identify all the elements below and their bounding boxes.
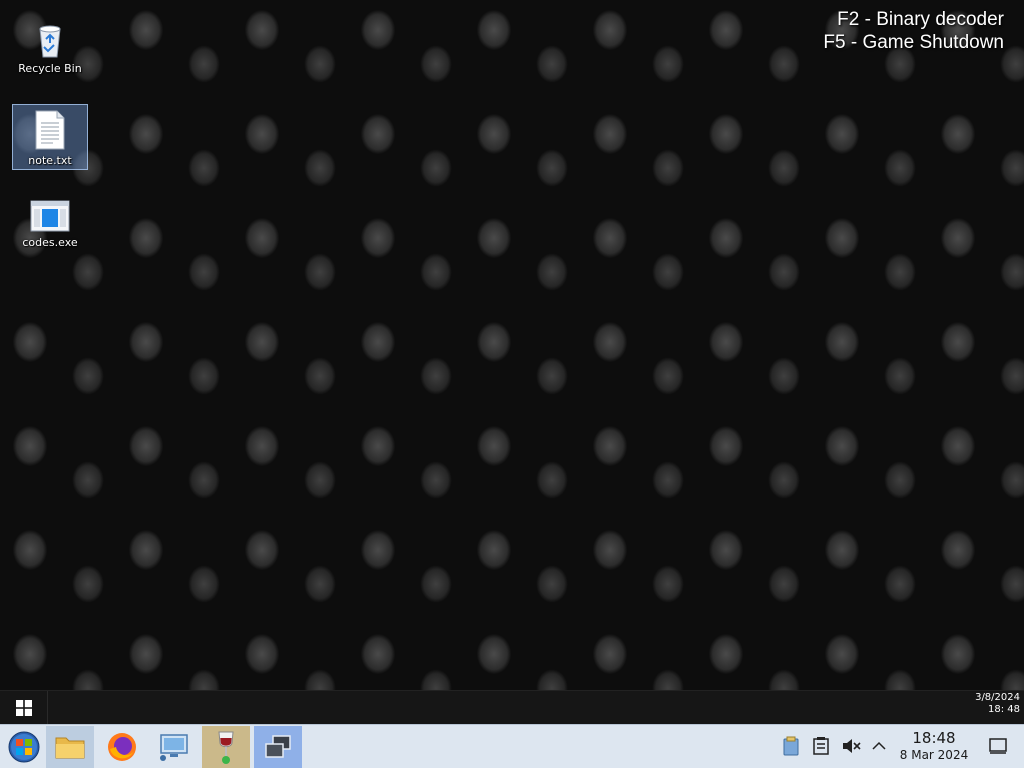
folder-icon (55, 737, 85, 759)
chevron-up-icon (872, 741, 886, 750)
desktop-icon-label: codes.exe (22, 236, 78, 249)
notification-icon (989, 738, 1007, 754)
virtual-machine-icon (265, 735, 291, 758)
speaker-muted-icon (843, 739, 861, 753)
desktop-icon-codes-exe[interactable]: codes.exe (12, 194, 88, 260)
clipboard-icon (783, 736, 799, 756)
inner-time: 18: 48 (988, 704, 1020, 715)
host-date: 8 Mar 2024 (899, 748, 969, 762)
wine-glass-icon (218, 731, 234, 764)
taskbar-vm-button[interactable] (254, 726, 302, 768)
host-time: 18:48 (912, 729, 956, 747)
tray-notes-button[interactable] (810, 735, 832, 757)
taskbar-firefox-button[interactable] (98, 726, 146, 768)
hint-binary-decoder: F2 - Binary decoder (837, 9, 1004, 30)
inner-taskbar: 3/8/2024 18: 48 (0, 690, 1024, 725)
tray-notification-button[interactable] (987, 735, 1009, 757)
inner-date: 3/8/2024 (975, 692, 1020, 703)
tray-show-hidden-button[interactable] (868, 735, 890, 757)
inner-clock[interactable]: 3/8/2024 18: 48 (975, 691, 1020, 716)
host-clock[interactable]: 18:48 8 Mar 2024 (892, 729, 976, 763)
desktop-icon-recycle-bin[interactable]: Recycle Bin (12, 16, 88, 82)
start-orb-icon (8, 731, 40, 763)
host-taskbar: 18:48 8 Mar 2024 (0, 724, 1024, 768)
text-file-icon (35, 110, 65, 150)
start-button[interactable] (0, 726, 48, 768)
inner-start-button[interactable] (0, 691, 48, 725)
firefox-icon (108, 733, 136, 761)
executable-icon (30, 200, 70, 232)
taskbar-files-button[interactable] (46, 726, 94, 768)
desktop-icon-label: note.txt (28, 154, 72, 167)
tray-clipboard-button[interactable] (780, 735, 802, 757)
notes-icon (813, 737, 829, 755)
network-monitor-icon (160, 734, 188, 761)
windows-logo-icon (15, 700, 32, 716)
hint-game-shutdown: F5 - Game Shutdown (823, 32, 1004, 53)
desktop-icon-note-txt[interactable]: note.txt (12, 104, 88, 170)
recycle-bin-icon (39, 25, 61, 58)
tray-volume-button[interactable] (840, 735, 862, 757)
taskbar-network-button[interactable] (150, 726, 198, 768)
desktop-icon-label: Recycle Bin (18, 62, 82, 75)
taskbar-wine-button[interactable] (202, 726, 250, 768)
desktop[interactable]: Recycle Bin note.txt codes.exe F2 - Bina… (0, 0, 1024, 690)
